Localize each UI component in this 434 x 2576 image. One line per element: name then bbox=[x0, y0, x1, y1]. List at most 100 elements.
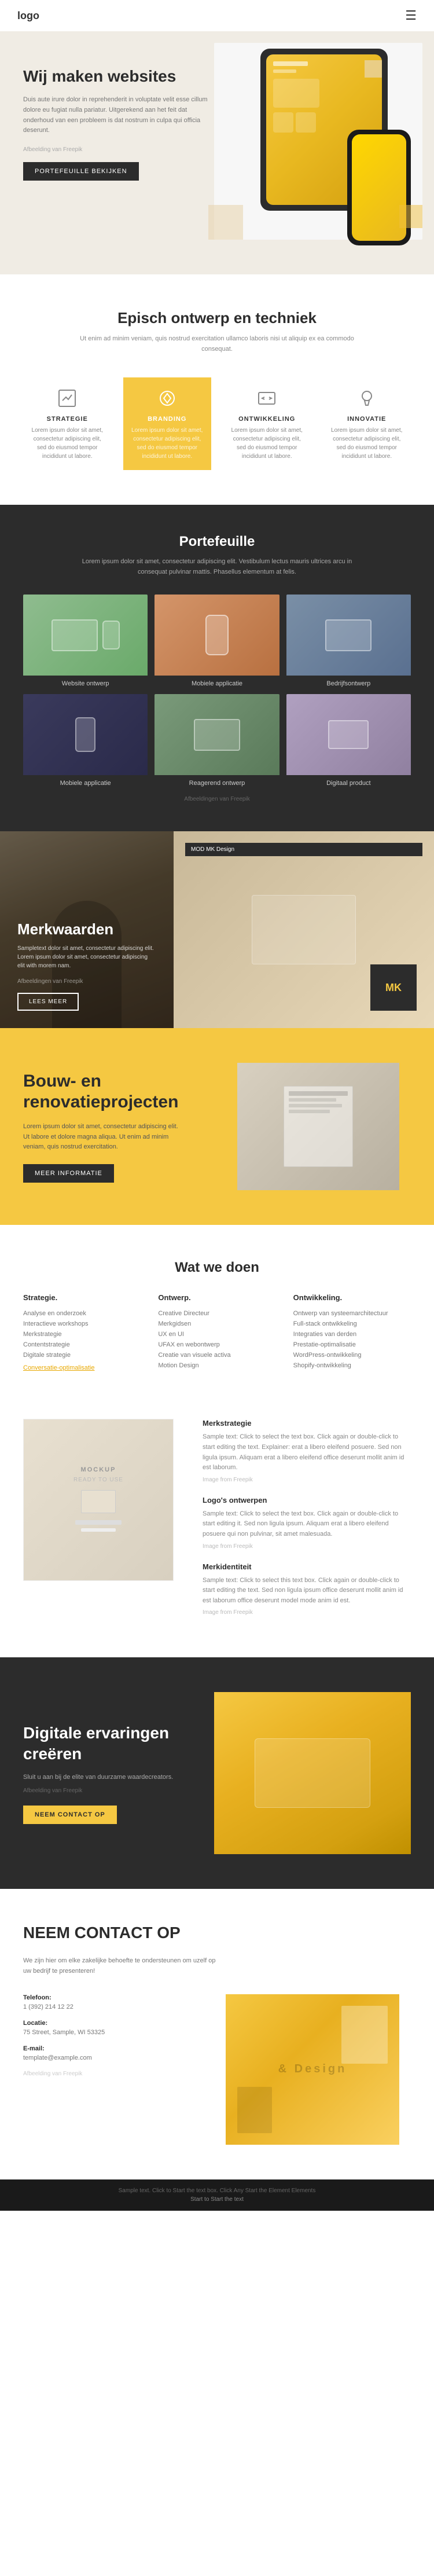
watdoen-col-ontwerp-title: Ontwerp. bbox=[158, 1293, 275, 1302]
logos-subsection-text: Sample text: Click to select the text bo… bbox=[203, 1509, 411, 1540]
epic-item-branding-text: Lorem ipsum dolor sit amet, consectetur … bbox=[129, 426, 206, 461]
hero-section: Wij maken websites Duis aute irure dolor… bbox=[0, 31, 434, 274]
merk-read-more-button[interactable]: LEES MEER bbox=[17, 993, 79, 1011]
bouw-cta-button[interactable]: MEER INFORMATIE bbox=[23, 1164, 114, 1183]
epic-item-ontwikkeling-title: ONTWIKKELING bbox=[229, 416, 306, 423]
digitale-attribution: Afbeelding van Freepik bbox=[23, 1788, 191, 1794]
epic-item-branding-title: BRANDING bbox=[129, 416, 206, 423]
hero-deco-1 bbox=[208, 205, 243, 240]
merkstrategie-subsection-title: Merkstrategie bbox=[203, 1419, 411, 1428]
contact-location-value: 75 Street, Sample, WI 53325 bbox=[23, 2029, 203, 2036]
portfolio-label-1: Website ontwerp bbox=[23, 676, 148, 687]
mockup-image: MOCKUP READY TO USE bbox=[23, 1419, 174, 1581]
menu-toggle-icon[interactable]: ☰ bbox=[405, 8, 417, 23]
portfolio-item-1[interactable]: Website ontwerp bbox=[23, 595, 148, 687]
portfolio-img-3 bbox=[286, 595, 411, 676]
watdoen-item: Ontwerp van systeemarchitectuur bbox=[293, 1310, 411, 1317]
innovation-icon bbox=[355, 387, 378, 410]
epic-item-strategie-title: STRATEGIE bbox=[29, 416, 106, 423]
epic-item-ontwikkeling[interactable]: ONTWIKKELING Lorem ipsum dolor sit amet,… bbox=[223, 377, 311, 470]
laptop-decoration bbox=[52, 619, 98, 651]
hero-phone-image bbox=[347, 130, 411, 245]
portfolio-label-5: Reagerend ontwerp bbox=[155, 775, 279, 787]
digitale-contact-button[interactable]: NEEM CONTACT OP bbox=[23, 1806, 117, 1824]
contact-location-label: Locatie: bbox=[23, 2020, 203, 2027]
contact-email-value: template@example.com bbox=[23, 2054, 203, 2061]
contact-info-panel: Telefoon: 1 (392) 214 12 22 Locatie: 75 … bbox=[23, 1994, 203, 2145]
digitale-right-image bbox=[214, 1692, 411, 1854]
digitale-title: Digitale ervaringen creëren bbox=[23, 1723, 191, 1765]
watdoen-item: Contentstrategie bbox=[23, 1341, 141, 1348]
merk-overlay-content: Merkwaarden Sampletext dolor sit amet, c… bbox=[0, 831, 174, 1028]
epic-item-innovatie-text: Lorem ipsum dolor sit amet, consectetur … bbox=[329, 426, 406, 461]
watdoen-col-ontwikkeling: Ontwikkeling. Ontwerp van systeemarchite… bbox=[293, 1293, 411, 1373]
hand-laptop-image bbox=[214, 1692, 411, 1854]
contact-body: Telefoon: 1 (392) 214 12 22 Locatie: 75 … bbox=[23, 1994, 411, 2145]
merk-text: Sampletext dolor sit amet, consectetur a… bbox=[17, 944, 156, 970]
portfolio-img-1 bbox=[23, 595, 148, 676]
merkidentiteit-text: Sample text: Click to select this text b… bbox=[203, 1576, 411, 1606]
merk-badge: MOD MK Design bbox=[185, 843, 422, 856]
watdoen-columns: Strategie. Analyse en onderzoek Interact… bbox=[23, 1293, 411, 1373]
hero-cta-button[interactable]: PORTEFEUILLE BEKIJKEN bbox=[23, 162, 139, 181]
portfolio-item-3[interactable]: Bedrijfsontwerp bbox=[286, 595, 411, 687]
watdoen-item: Integraties van derden bbox=[293, 1331, 411, 1338]
watdoen-link-strategie[interactable]: Conversatie-optimalisatie bbox=[23, 1364, 141, 1371]
hero-deco-2 bbox=[399, 205, 422, 228]
portfolio-img-4 bbox=[23, 694, 148, 775]
digitale-text: Sluit u aan bij de elite van duurzame wa… bbox=[23, 1773, 191, 1783]
navigation: logo ☰ bbox=[0, 0, 434, 31]
portfolio-title: Portefeuille bbox=[23, 534, 411, 550]
portfolio-img-6 bbox=[286, 694, 411, 775]
contact-phone-value: 1 (392) 214 12 22 bbox=[23, 2003, 203, 2010]
hero-phone-screen bbox=[352, 134, 406, 241]
merkstrat-right-content: Merkstrategie Sample text: Click to sele… bbox=[203, 1419, 411, 1628]
bouw-text: Lorem ipsum dolor sit amet, consectetur … bbox=[23, 1122, 185, 1153]
watdoen-item: WordPress-ontwikkeling bbox=[293, 1352, 411, 1359]
epic-item-innovatie[interactable]: INNOVATIE Lorem ipsum dolor sit amet, co… bbox=[323, 377, 411, 470]
portfolio-item-4[interactable]: Mobiele applicatie bbox=[23, 694, 148, 787]
portfolio-item-6[interactable]: Digitaal product bbox=[286, 694, 411, 787]
epic-item-strategie[interactable]: STRATEGIE Lorem ipsum dolor sit amet, co… bbox=[23, 377, 112, 470]
portfolio-section: Portefeuille Lorem ipsum dolor sit amet,… bbox=[0, 505, 434, 831]
portfolio-label-4: Mobiele applicatie bbox=[23, 775, 148, 787]
watdoen-item: Creatie van visuele activa bbox=[158, 1352, 275, 1359]
contact-attribution: Afbeelding van Freepik bbox=[23, 2071, 203, 2077]
logos-ontwerpen-subsection: Logo's ontwerpen Sample text: Click to s… bbox=[203, 1496, 411, 1550]
merk-title: Merkwaarden bbox=[17, 920, 156, 938]
watdoen-section: Wat we doen Strategie. Analyse en onderz… bbox=[0, 1225, 434, 1407]
contact-location-item: Locatie: 75 Street, Sample, WI 53325 bbox=[23, 2020, 203, 2036]
merk-left-panel: Merkwaarden Sampletext dolor sit amet, c… bbox=[0, 831, 174, 1028]
portfolio-item-5[interactable]: Reagerend ontwerp bbox=[155, 694, 279, 787]
contact-email-item: E-mail: template@example.com bbox=[23, 2045, 203, 2061]
hero-title: Wij maken websites bbox=[23, 66, 208, 87]
contact-image: & Design bbox=[226, 1994, 399, 2145]
merkstrat-left-image: MOCKUP READY TO USE bbox=[23, 1419, 185, 1628]
merk-right-panel: MOD MK Design MK bbox=[174, 831, 434, 1028]
watdoen-item: UFAX en webontwerp bbox=[158, 1341, 275, 1348]
merkidentiteit-attr: Image from Freepik bbox=[203, 1609, 411, 1616]
watdoen-item: Interactieve workshops bbox=[23, 1320, 141, 1327]
epic-item-ontwikkeling-text: Lorem ipsum dolor sit amet, consectetur … bbox=[229, 426, 306, 461]
watdoen-item: Digitale strategie bbox=[23, 1352, 141, 1359]
watdoen-item: Full-stack ontwikkeling bbox=[293, 1320, 411, 1327]
footer: Sample text. Click to Start the text box… bbox=[0, 2179, 434, 2211]
portfolio-label-2: Mobiele applicatie bbox=[155, 676, 279, 687]
site-logo[interactable]: logo bbox=[17, 10, 39, 22]
merk-strategy-section: MOCKUP READY TO USE Merkstrategie Sample… bbox=[0, 1407, 434, 1657]
branding-icon bbox=[156, 387, 179, 410]
watdoen-item: Motion Design bbox=[158, 1362, 275, 1369]
logos-attr: Image from Freepik bbox=[203, 1543, 411, 1550]
portfolio-item-2[interactable]: Mobiele applicatie bbox=[155, 595, 279, 687]
contact-intro-text: We zijn hier om elke zakelijke behoefte … bbox=[23, 1956, 220, 1976]
portfolio-attribution: Afbeeldingen van Freepik bbox=[23, 796, 411, 802]
digitale-section: Digitale ervaringen creëren Sluit u aan … bbox=[0, 1657, 434, 1889]
contact-title: NEEM CONTACT OP bbox=[23, 1924, 411, 1942]
merk-logo-badge: MK bbox=[370, 964, 417, 1011]
epic-items-container: STRATEGIE Lorem ipsum dolor sit amet, co… bbox=[23, 377, 411, 470]
epic-item-strategie-text: Lorem ipsum dolor sit amet, consectetur … bbox=[29, 426, 106, 461]
portfolio-img-5 bbox=[155, 694, 279, 775]
footer-text: Sample text. Click to Start the text box… bbox=[17, 2188, 417, 2194]
epic-item-branding[interactable]: BRANDING Lorem ipsum dolor sit amet, con… bbox=[123, 377, 212, 470]
merkstrategie-attr-0: Image from Freepik bbox=[203, 1477, 411, 1483]
